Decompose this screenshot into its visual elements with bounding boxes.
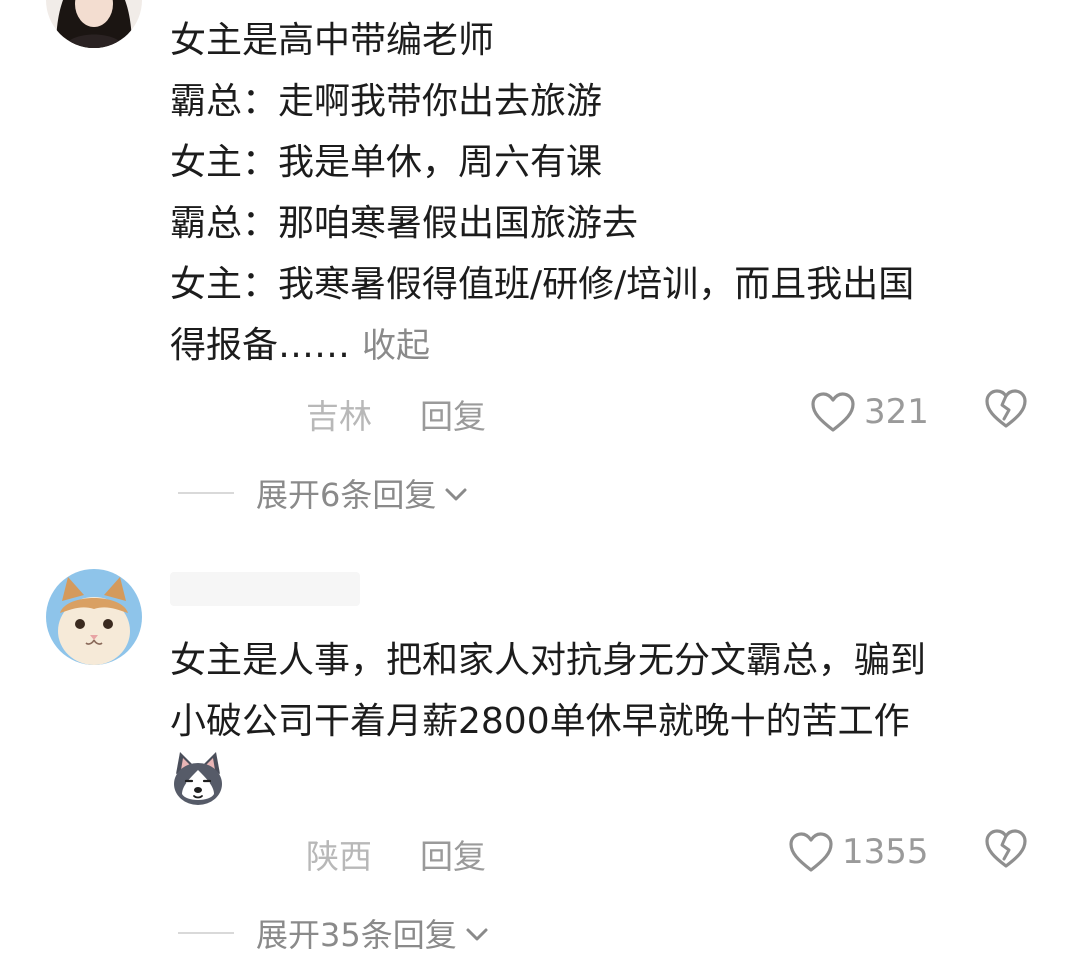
like-button[interactable]: 1355 — [788, 826, 929, 878]
chevron-down-icon — [466, 928, 488, 941]
heart-outline-icon — [789, 832, 833, 872]
comment-2: 女主是人事，把和家人对抗身无分文霸总，骗到 小破公司干着月薪2800单休早就晚十… — [0, 0, 1080, 979]
divider — [178, 932, 234, 934]
like-count: 1355 — [842, 832, 929, 872]
comment-line: 女主是人事，把和家人对抗身无分文霸总，骗到 — [170, 640, 927, 681]
reply-button[interactable]: 回复 — [420, 830, 486, 878]
comment-text: 女主是人事，把和家人对抗身无分文霸总，骗到 小破公司干着月薪2800单休早就晚十… — [170, 630, 1050, 752]
broken-heart-icon — [985, 829, 1027, 868]
dislike-button[interactable] — [984, 828, 1028, 874]
husky-dog-emoji — [168, 748, 228, 808]
comment-meta-row: 陕西 回复 1355 — [0, 822, 1080, 882]
avatar[interactable] — [46, 569, 142, 665]
expand-replies-label: 展开35条回复 — [256, 916, 457, 954]
comment-line: 小破公司干着月薪2800单休早就晚十的苦工作 — [170, 701, 910, 742]
location-label: 陕西 — [306, 837, 372, 876]
expand-replies[interactable]: 展开35条回复 — [178, 908, 489, 958]
